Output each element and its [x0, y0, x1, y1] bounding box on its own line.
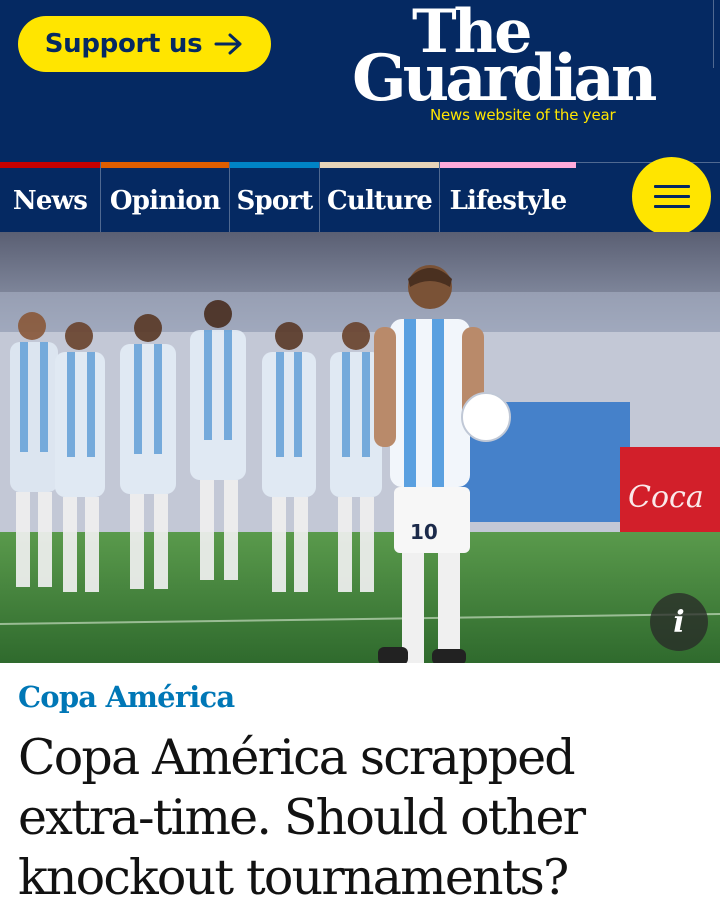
menu-button[interactable]: [632, 157, 711, 236]
hamburger-icon: [653, 184, 690, 209]
nav-item-news[interactable]: News: [0, 162, 101, 232]
primary-nav: News Opinion Sport Culture Lifestyle: [0, 162, 720, 232]
nav-item-lifestyle[interactable]: Lifestyle: [440, 162, 576, 232]
nav-item-label: Lifestyle: [449, 185, 568, 216]
nav-accent-bar-news: [0, 162, 100, 168]
article-headline: Copa América scrapped extra-time. Should…: [18, 729, 586, 906]
nav-accent-bar-lifestyle: [440, 162, 576, 168]
logo-tagline: News website of the year: [430, 106, 616, 124]
nav-item-label: News: [12, 185, 88, 216]
masthead: Support us The Guardian News website of …: [0, 0, 720, 162]
nav-item-sport[interactable]: Sport: [230, 162, 320, 232]
nav-item-label: Sport: [236, 185, 313, 216]
arrow-right-icon: [214, 32, 244, 56]
nav-item-culture[interactable]: Culture: [320, 162, 440, 232]
svg-text:Coca: Coca: [628, 480, 704, 515]
divider: [713, 0, 714, 68]
guardian-logo[interactable]: The Guardian News website of the year: [350, 2, 670, 124]
hero-photo: Coca 10: [0, 232, 720, 663]
hero-image[interactable]: Coca 10: [0, 232, 720, 663]
nav-item-opinion[interactable]: Opinion: [101, 162, 230, 232]
nav-item-label: Opinion: [109, 185, 221, 216]
image-info-button[interactable]: i: [650, 593, 708, 651]
logo-guardian: Guardian: [352, 41, 657, 116]
nav-accent-bar-culture: [320, 162, 439, 168]
nav-item-label: Culture: [326, 185, 433, 216]
nav-accent-bar-sport: [230, 162, 319, 168]
support-us-label: Support us: [44, 29, 203, 59]
nav-accent-bar-opinion: [101, 162, 229, 168]
support-us-button[interactable]: Support us: [18, 16, 271, 72]
article-kicker[interactable]: Copa América: [18, 680, 235, 714]
jersey-number: 10: [410, 520, 438, 544]
info-icon: i: [673, 604, 685, 640]
